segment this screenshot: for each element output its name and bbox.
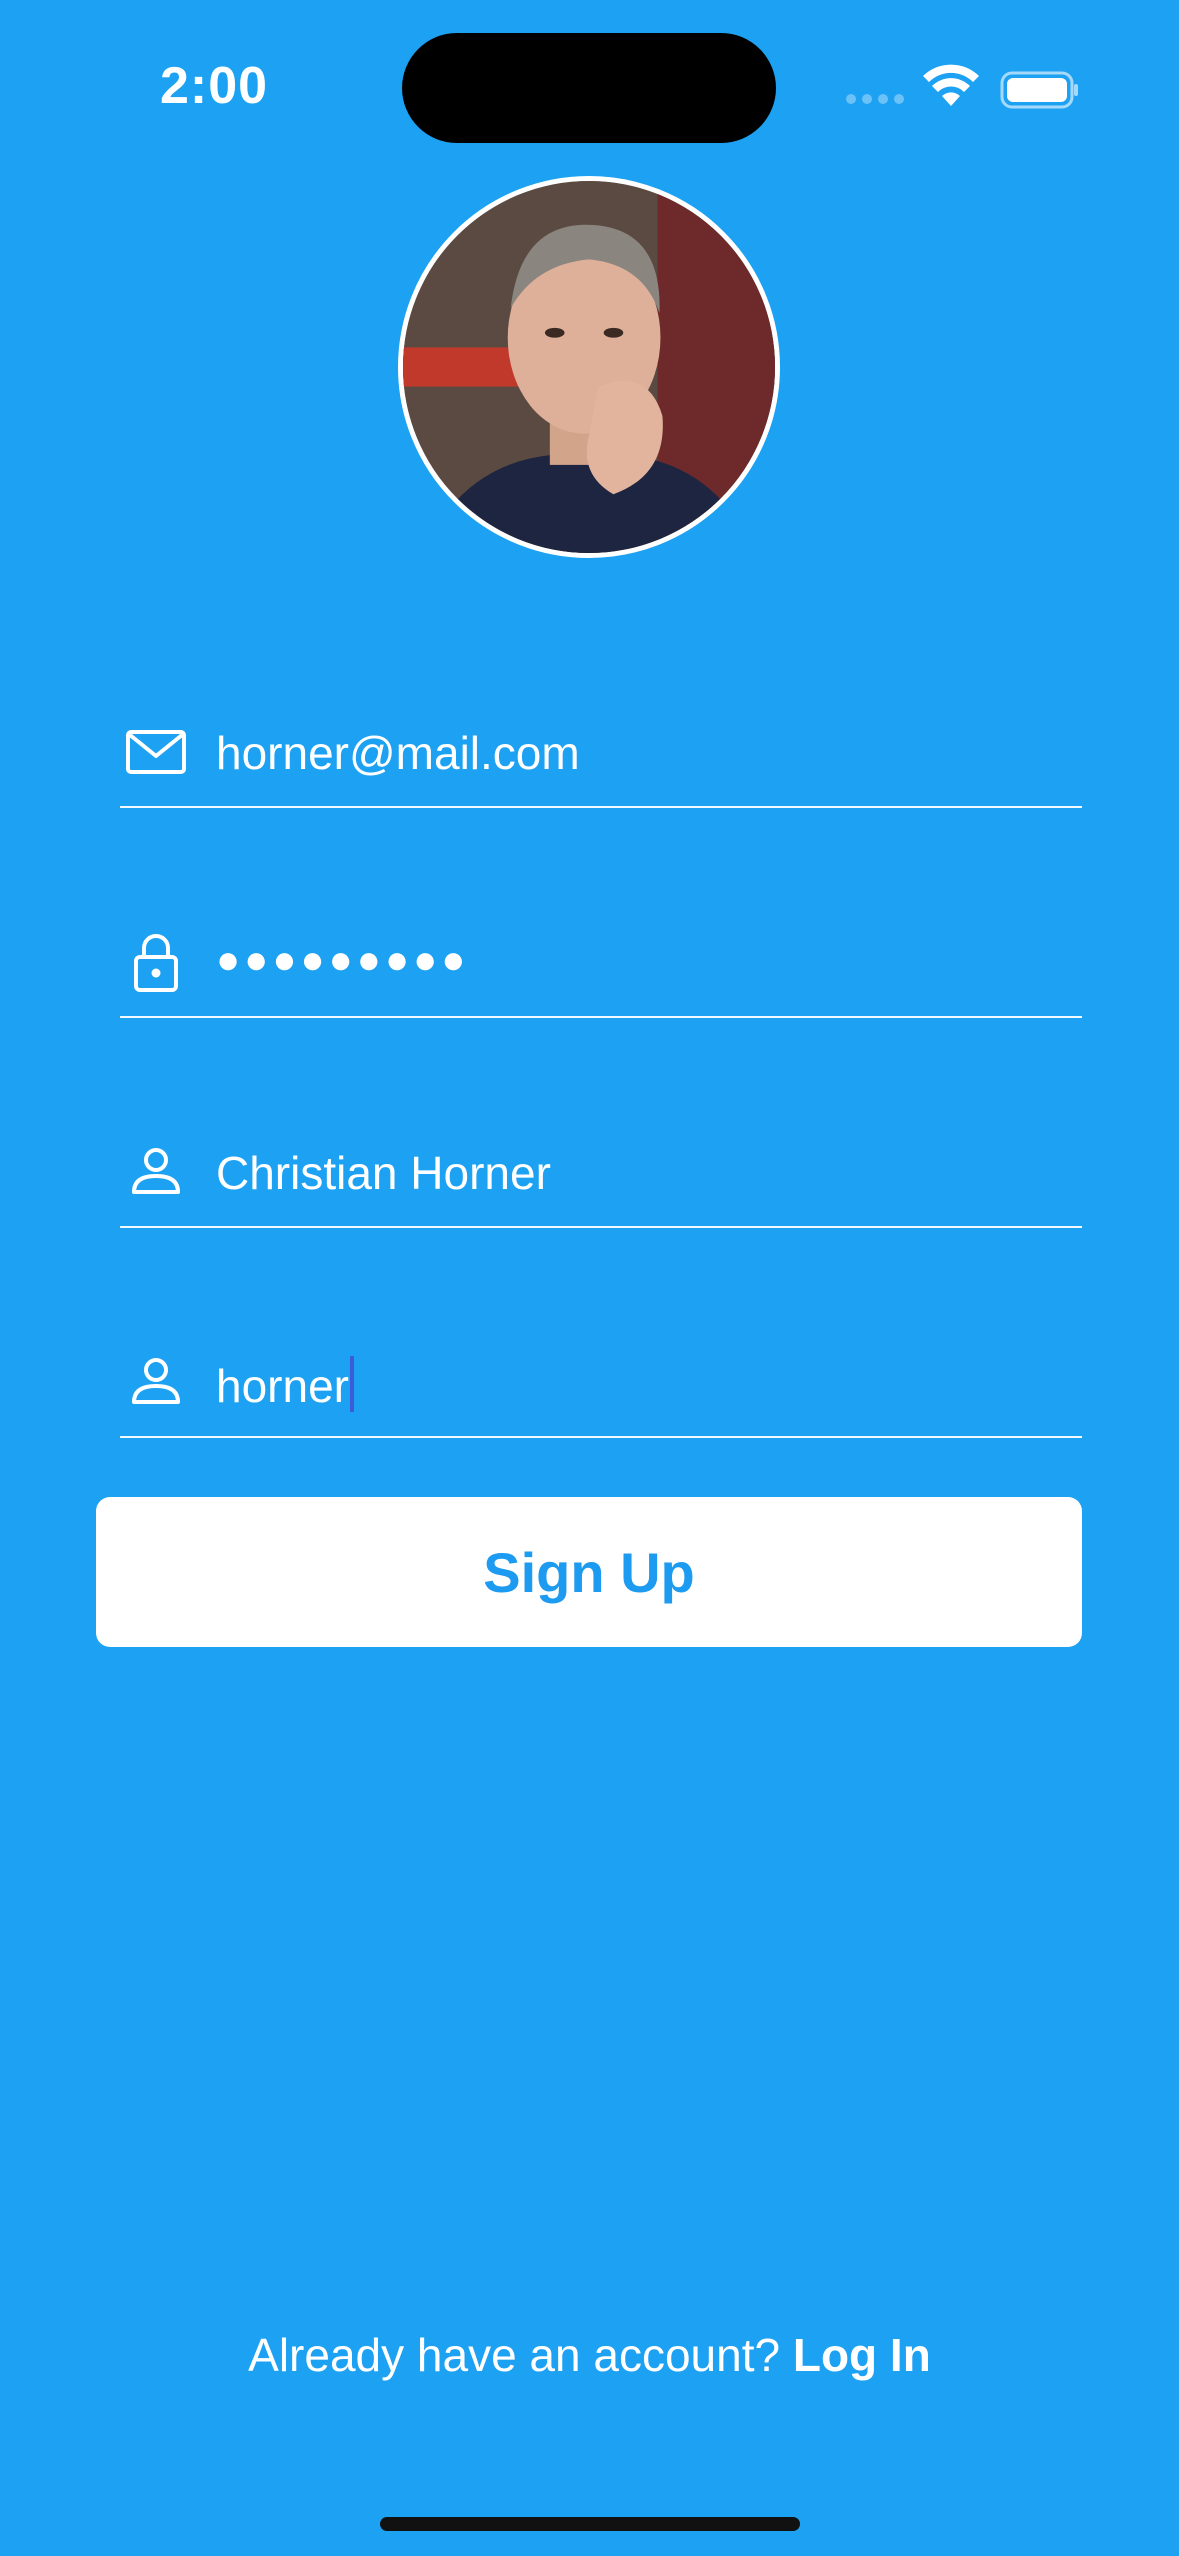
- login-prompt: Already have an account? Log In: [0, 2328, 1179, 2382]
- home-indicator[interactable]: [380, 2517, 800, 2531]
- dynamic-island: [402, 33, 776, 143]
- sign-up-button[interactable]: Sign Up: [96, 1497, 1082, 1647]
- cellular-signal-icon: [846, 94, 906, 108]
- email-field[interactable]: horner@mail.com: [120, 696, 1082, 808]
- text-cursor: [349, 1356, 354, 1412]
- log-in-link[interactable]: Log In: [793, 2329, 931, 2381]
- wifi-icon: [922, 64, 980, 108]
- password-value: ●●●●●●●●●: [216, 938, 470, 982]
- person-icon: [124, 1350, 188, 1414]
- lock-icon: [124, 930, 188, 994]
- envelope-icon: [124, 720, 188, 784]
- full-name-value: Christian Horner: [216, 1147, 551, 1199]
- battery-icon: [1000, 70, 1080, 110]
- login-prompt-text: Already have an account?: [248, 2329, 781, 2381]
- username-field[interactable]: horner: [120, 1326, 1082, 1438]
- password-field[interactable]: ●●●●●●●●●: [120, 906, 1082, 1018]
- email-value: horner@mail.com: [216, 727, 580, 779]
- status-time: 2:00: [160, 57, 269, 115]
- person-icon: [124, 1140, 188, 1204]
- full-name-field[interactable]: Christian Horner: [120, 1116, 1082, 1228]
- profile-avatar[interactable]: [398, 176, 780, 558]
- username-value: horner: [216, 1356, 354, 1413]
